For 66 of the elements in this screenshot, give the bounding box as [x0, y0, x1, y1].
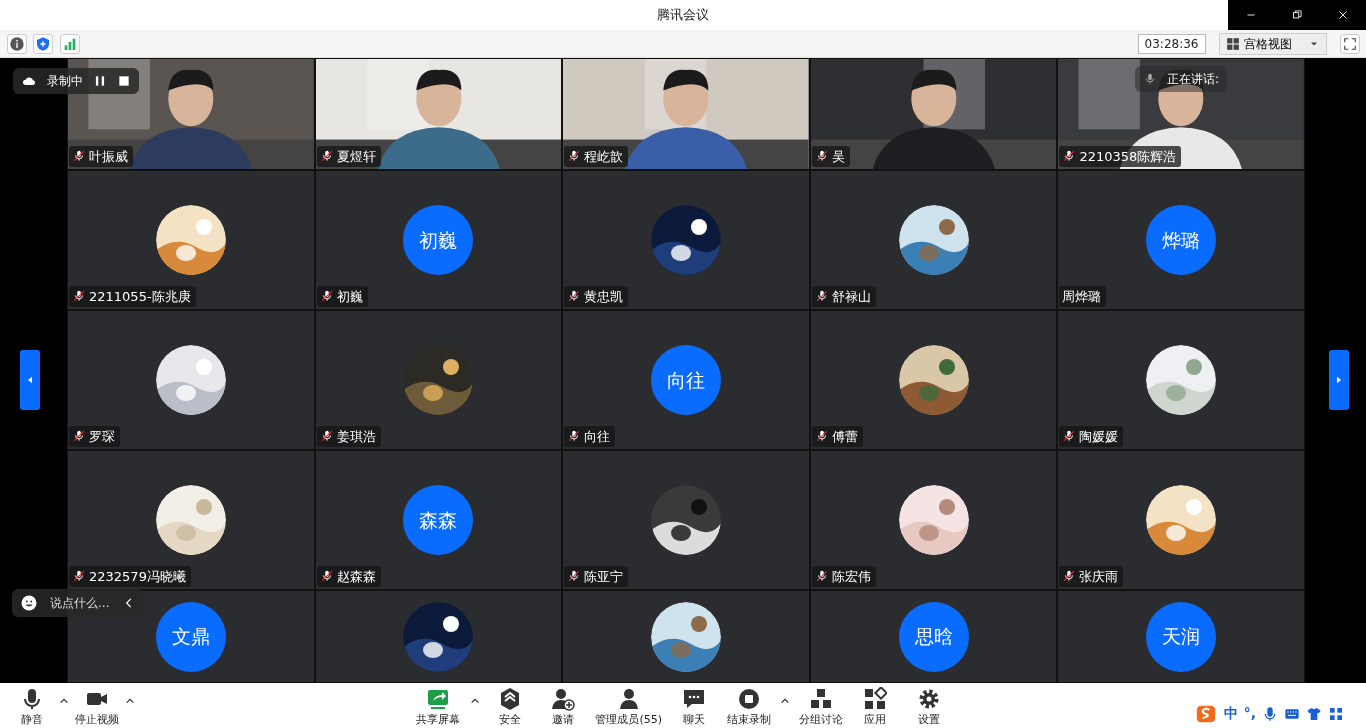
apps-icon	[863, 686, 888, 711]
toolbar-button[interactable]: 停止视频	[70, 686, 123, 728]
participant-name: 吴	[831, 147, 845, 166]
participant-name: 向往	[584, 427, 611, 446]
voice-icon[interactable]	[1262, 705, 1278, 722]
toolbox-icon[interactable]	[1328, 705, 1344, 722]
left-arrow-icon	[26, 376, 34, 384]
toolbar-button[interactable]: 管理成员(55)	[591, 686, 667, 728]
participant-name: 舒禄山	[831, 287, 871, 306]
participant-name: 张庆雨	[1079, 567, 1119, 586]
signal-icon[interactable]	[59, 33, 80, 54]
info-icon[interactable]	[6, 33, 27, 54]
participant-name: 叶振威	[89, 147, 128, 166]
window-title: 腾讯会议	[657, 6, 709, 25]
participant-name: 陈宏伟	[831, 567, 871, 586]
emoji-icon[interactable]	[20, 594, 38, 612]
toolbar-button[interactable]: 聊天	[669, 686, 720, 728]
participant-name: 姜琪浩	[336, 427, 376, 446]
participant-name: 初巍	[336, 287, 363, 306]
fullscreen-icon[interactable]	[1339, 33, 1360, 54]
participant-name: 赵森森	[336, 567, 376, 586]
chat-input[interactable]: 说点什么...	[48, 593, 112, 613]
mic-icon	[1143, 72, 1157, 86]
meeting-timer: 03:28:36	[1137, 33, 1206, 54]
participant-name: 罗琛	[89, 427, 115, 446]
shield-icon[interactable]	[33, 33, 53, 54]
toolbar-button[interactable]: 设置	[903, 686, 954, 728]
toolbar-button[interactable]: 结束录制	[722, 686, 775, 728]
grid-icon	[1225, 36, 1240, 51]
ime-punctuation[interactable]: °,	[1243, 703, 1256, 724]
right-arrow-icon	[1335, 376, 1343, 384]
avatar-initials: 文鼎	[155, 601, 226, 672]
avatar-initials: 向往	[651, 345, 721, 415]
speaking-label: 正在讲话:	[1167, 71, 1220, 88]
participant-name: 夏煜轩	[336, 147, 376, 166]
view-mode-dropdown[interactable]: 宫格视图	[1218, 32, 1327, 55]
toolbar-button[interactable]: 邀请	[538, 686, 589, 728]
toolbar-button[interactable]: 应用	[850, 686, 901, 728]
avatar-initials: 思晗	[898, 601, 969, 672]
chat-input-bar[interactable]: 说点什么...	[12, 589, 144, 617]
avatar-initials: 烨璐	[1146, 205, 1217, 275]
toolbar-button[interactable]: 分组讨论	[795, 686, 848, 728]
avatar-initials: 森森	[403, 485, 474, 555]
toolbar-button[interactable]: 静音	[6, 686, 57, 728]
groups-icon	[809, 686, 834, 711]
participant-name: 2232579冯晓曦	[89, 567, 186, 586]
participant-name: 陈亚宁	[584, 567, 624, 586]
stop-icon	[736, 686, 761, 711]
participant-name: 黄忠凯	[584, 287, 624, 306]
participant-name: 陶媛媛	[1079, 427, 1119, 446]
avatar-initials: 天润	[1146, 601, 1217, 672]
avatar-initials: 初巍	[403, 205, 474, 275]
toolbar-button[interactable]: 安全	[484, 686, 535, 728]
participant-name: 程屹歆	[584, 147, 624, 166]
shirt-icon[interactable]	[1306, 705, 1322, 722]
recording-label: 录制中	[47, 73, 83, 90]
toolbar-button[interactable]: 共享屏幕	[412, 686, 465, 728]
restore-icon[interactable]	[1290, 8, 1304, 22]
stop-icon[interactable]	[117, 74, 131, 88]
ime-mode[interactable]: 中	[1223, 703, 1238, 724]
participant-name: 周烨璐	[1062, 287, 1102, 306]
participant-name: 2210358陈辉浩	[1079, 147, 1177, 166]
participant-name: 傅蕾	[831, 427, 858, 446]
pause-icon[interactable]	[93, 74, 107, 88]
participant-name: 2211055-陈兆庚	[89, 287, 191, 306]
add-person-icon	[551, 686, 576, 711]
